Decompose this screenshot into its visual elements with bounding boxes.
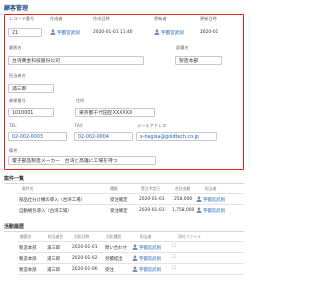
- field-label-department: 部署名: [176, 45, 189, 50]
- activities-row-divider: [18, 252, 244, 253]
- user-icon: [132, 255, 138, 261]
- activities-header-date: 対応日時: [74, 234, 90, 239]
- deal-row-2-amount: 1,758,000: [172, 208, 195, 213]
- field-label-contact-name: 担当者名: [9, 73, 26, 78]
- activity-row-1-contact: 浦三郎: [47, 246, 61, 251]
- field-label-tel: TEL: [9, 123, 17, 128]
- activities-header-kind: 対応種別: [106, 234, 122, 239]
- email-field[interactable]: x-nagisa@goldtech.co.jp: [136, 132, 217, 141]
- activities-divider: [4, 231, 244, 232]
- created-at-value: 2020-01-01 11:40: [93, 30, 133, 35]
- fax-field[interactable]: 02-002-0004: [74, 132, 133, 141]
- user-icon: [132, 244, 138, 250]
- deals-divider: [4, 183, 244, 184]
- field-label-notes: 備考: [9, 148, 18, 153]
- deal-row-1-owner-name: 宇都宮武則: [203, 198, 225, 203]
- page-title: 顧客管理: [4, 5, 29, 12]
- activity-row-1-date: 2020-01-01: [72, 245, 98, 250]
- activities-row-divider: [18, 241, 244, 242]
- department-field[interactable]: 製造本部: [175, 56, 222, 65]
- activity-row-3-kind: 受注: [105, 268, 114, 273]
- deals-header-date: 受注予定日: [141, 186, 160, 191]
- deals-section-title: 案件一覧: [4, 176, 25, 182]
- activity-row-2-customer: 製造本部: [19, 257, 37, 262]
- deal-row-1-owner[interactable]: 宇都宮武則: [196, 196, 225, 203]
- activity-row-2-date: 2020-01-02: [72, 256, 98, 261]
- activities-header-attachment: 添付ファイル: [178, 234, 201, 239]
- activities-row-divider: [18, 263, 244, 264]
- activity-row-2-owner[interactable]: 宇都宮武則: [132, 255, 161, 262]
- activity-row-2-owner-name: 宇都宮武則: [139, 257, 161, 262]
- deal-row-1-type: 受注確定: [110, 198, 128, 203]
- updater-name: 宇都宮武則: [161, 31, 184, 36]
- field-label-created-at: 作成日時: [93, 16, 110, 21]
- deals-header-owner: 担当者: [205, 186, 217, 191]
- activity-row-3-date: 2020-01-06: [72, 267, 98, 272]
- contact-name-field[interactable]: 浦三郎: [8, 84, 54, 93]
- activity-row-3-customer: 製造本部: [19, 268, 37, 273]
- activities-header-contact: 担当者名: [48, 234, 64, 239]
- activity-row-2-contact: 浦三郎: [47, 257, 61, 262]
- creator-user[interactable]: 宇都宮武則: [50, 29, 80, 36]
- customer-name-field[interactable]: 台湾黄金科技股份公司: [8, 56, 144, 65]
- checkbox-icon[interactable]: ☐: [172, 255, 176, 260]
- activity-row-1-kind: 問い合わせ: [105, 246, 127, 251]
- user-icon: [132, 266, 138, 272]
- activity-row-3-contact: 浦三郎: [47, 268, 61, 273]
- activities-header-owner: 担当者: [140, 234, 152, 239]
- field-label-address: 住所: [76, 98, 85, 103]
- activity-row-3-owner[interactable]: 宇都宮武則: [132, 266, 161, 273]
- activities-header-customer: 顧客名: [20, 234, 32, 239]
- creator-name: 宇都宮武則: [57, 31, 80, 36]
- deals-header-type: 種類: [110, 186, 118, 191]
- field-label-record-number: レコード番号: [9, 16, 35, 21]
- checkbox-icon[interactable]: ☐: [172, 244, 176, 249]
- field-label-creator: 作成者: [50, 16, 63, 21]
- field-label-email: メールアドレス: [137, 123, 167, 128]
- activities-section-title: 活動履歴: [4, 224, 25, 230]
- record-number-field[interactable]: 21: [8, 28, 42, 37]
- notes-field[interactable]: 電子部品製造メーカー 台湾と高雄に工場を持つ: [8, 156, 156, 165]
- tel-field[interactable]: 02-002-0003: [8, 132, 67, 141]
- deals-row-divider: [18, 193, 244, 194]
- deal-row-2-owner-name: 宇都宮武則: [203, 209, 225, 214]
- field-label-updater: 更新者: [154, 16, 167, 21]
- field-label-postal-code: 郵便番号: [9, 98, 26, 103]
- deals-row-divider: [18, 204, 244, 205]
- field-label-updated-at: 更新日時: [200, 16, 217, 21]
- checkbox-icon[interactable]: ☐: [172, 266, 176, 271]
- activities-row-divider: [18, 274, 244, 275]
- user-icon: [196, 207, 202, 213]
- deal-row-2-type: 受注確定: [110, 209, 128, 214]
- postal-code-field[interactable]: 1010001: [8, 108, 54, 117]
- activity-row-1-customer: 製造本部: [19, 246, 37, 251]
- activity-row-2-kind: 見積提出: [105, 257, 123, 262]
- activity-row-1-owner-name: 宇都宮武則: [139, 246, 161, 251]
- field-label-customer-name: 顧客名: [9, 45, 22, 50]
- deal-row-2-name[interactable]: 自動梱包導入（台湾工場）: [19, 208, 72, 214]
- activity-row-3-owner-name: 宇都宮武則: [139, 268, 161, 273]
- address-field[interactable]: 東京都千代田区XXXXXX: [75, 108, 155, 117]
- deals-header-amount: 合計金額: [175, 186, 191, 191]
- deal-row-1-name[interactable]: 部品仕分け機の導入（台湾工場）: [19, 197, 85, 203]
- deal-row-1-date: 2020-01-03: [139, 197, 165, 202]
- user-icon: [50, 29, 56, 35]
- updated-at-value: 2020-01: [200, 30, 219, 35]
- deal-row-2-date: 2020-01-03: [139, 208, 165, 213]
- deal-row-2-owner[interactable]: 宇都宮武則: [196, 207, 225, 214]
- deal-row-1-amount: 258,000: [174, 197, 193, 202]
- deals-header-name: 案件名: [22, 186, 34, 191]
- activity-row-1-owner[interactable]: 宇都宮武則: [132, 244, 161, 251]
- field-label-fax: FAX: [75, 123, 83, 128]
- user-icon: [196, 196, 202, 202]
- user-icon: [154, 29, 160, 35]
- updater-user[interactable]: 宇都宮武則: [154, 29, 184, 36]
